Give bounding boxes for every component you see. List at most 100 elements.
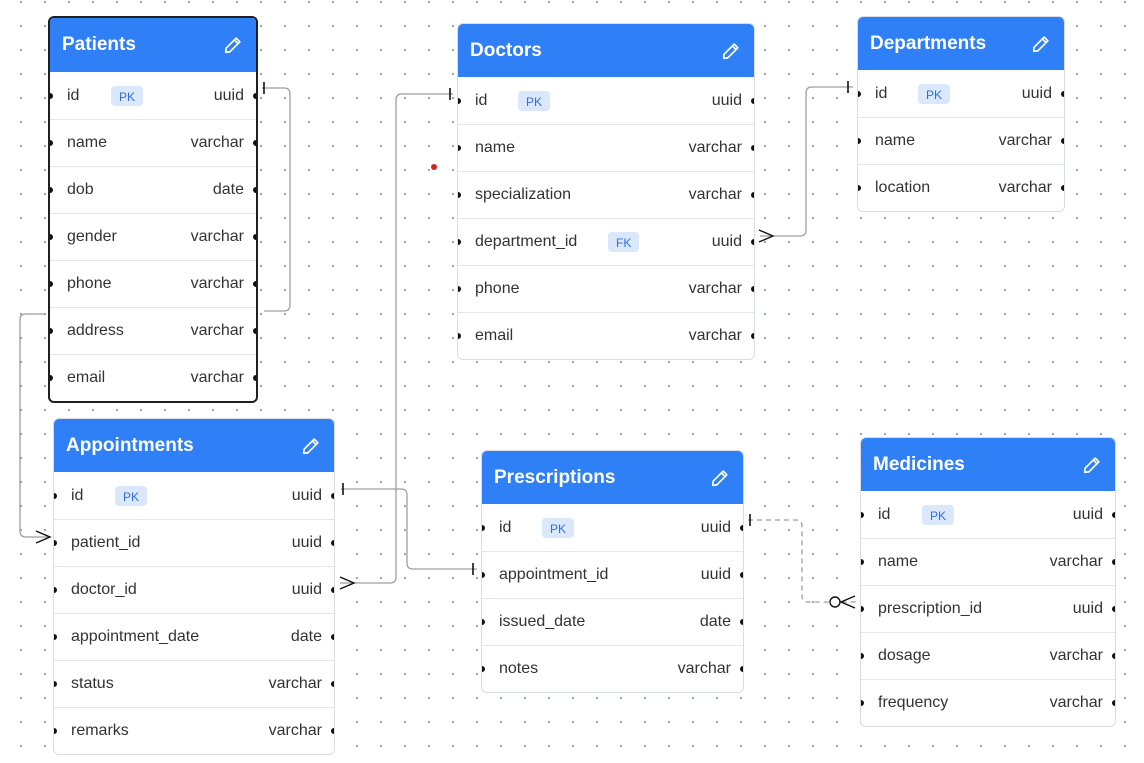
pencil-icon[interactable] — [222, 34, 244, 56]
field-row[interactable]: id PK uuid — [458, 77, 754, 124]
table-header[interactable]: Departments — [858, 17, 1064, 70]
connection-handle[interactable] — [751, 239, 754, 245]
connection-handle[interactable] — [458, 286, 461, 292]
table-header[interactable]: Doctors — [458, 24, 754, 77]
connection-handle[interactable] — [751, 333, 754, 339]
connection-handle[interactable] — [54, 634, 57, 640]
field-row[interactable]: patient_id uuid — [54, 519, 334, 566]
connection-handle[interactable] — [751, 145, 754, 151]
field-row[interactable]: department_id FK uuid — [458, 218, 754, 265]
field-row[interactable]: gender varchar — [50, 213, 256, 260]
connection-handle[interactable] — [482, 572, 485, 578]
table-departments[interactable]: Departments id PK uuid name varchar location va… — [857, 16, 1065, 212]
connection-handle[interactable] — [50, 140, 53, 146]
connection-handle[interactable] — [458, 333, 461, 339]
field-row[interactable]: dob date — [50, 166, 256, 213]
connection-handle[interactable] — [482, 666, 485, 672]
field-row[interactable]: issued_date date — [482, 598, 743, 645]
connection-handle[interactable] — [861, 559, 864, 565]
table-header[interactable]: Appointments — [54, 419, 334, 472]
connection-handle[interactable] — [253, 140, 256, 146]
connection-handle[interactable] — [50, 234, 53, 240]
connection-handle[interactable] — [458, 192, 461, 198]
connection-handle[interactable] — [253, 328, 256, 334]
connection-handle[interactable] — [1112, 511, 1115, 518]
field-row[interactable]: dosage varchar — [861, 632, 1115, 679]
pencil-icon[interactable] — [709, 467, 731, 489]
connection-handle[interactable] — [740, 666, 743, 672]
connection-handle[interactable] — [331, 587, 334, 593]
table-doctors[interactable]: Doctors id PK uuid name varchar specialization… — [457, 23, 755, 360]
connection-handle[interactable] — [54, 728, 57, 734]
connection-handle[interactable] — [253, 234, 256, 240]
connection-handle[interactable] — [331, 540, 334, 546]
connection-handle[interactable] — [458, 239, 461, 245]
pencil-icon[interactable] — [720, 40, 742, 62]
field-row[interactable]: prescription_id uuid — [861, 585, 1115, 632]
field-row[interactable]: doctor_id uuid — [54, 566, 334, 613]
table-medicines[interactable]: Medicines id PK uuid name varchar prescription… — [860, 437, 1116, 727]
connection-handle[interactable] — [858, 90, 861, 97]
field-row[interactable]: id PK uuid — [54, 472, 334, 519]
connection-handle[interactable] — [54, 587, 57, 593]
connection-handle[interactable] — [331, 634, 334, 640]
connection-handle[interactable] — [331, 728, 334, 734]
field-row[interactable]: name varchar — [858, 117, 1064, 164]
connection-handle[interactable] — [253, 375, 256, 381]
connection-handle[interactable] — [1112, 559, 1115, 565]
field-row[interactable]: appointment_date date — [54, 613, 334, 660]
connection-handle[interactable] — [50, 187, 53, 193]
field-row[interactable]: phone varchar — [50, 260, 256, 307]
connection-handle[interactable] — [740, 572, 743, 578]
field-row[interactable]: location varchar — [858, 164, 1064, 211]
field-row[interactable]: id PK uuid — [50, 72, 256, 119]
connection-handle[interactable] — [50, 328, 53, 334]
field-row[interactable]: specialization varchar — [458, 171, 754, 218]
connection-handle[interactable] — [54, 492, 57, 499]
pencil-icon[interactable] — [1081, 454, 1103, 476]
connection-handle[interactable] — [1061, 90, 1064, 97]
connection-handle[interactable] — [482, 619, 485, 625]
connection-handle[interactable] — [458, 145, 461, 151]
field-row[interactable]: id PK uuid — [858, 70, 1064, 117]
pencil-icon[interactable] — [300, 435, 322, 457]
table-header[interactable]: Prescriptions — [482, 451, 743, 504]
connection-handle[interactable] — [751, 97, 754, 104]
connection-handle[interactable] — [751, 192, 754, 198]
connection-handle[interactable] — [1112, 653, 1115, 659]
field-row[interactable]: id PK uuid — [861, 491, 1115, 538]
connection-handle[interactable] — [331, 681, 334, 687]
connection-handle[interactable] — [858, 138, 861, 144]
connection-handle[interactable] — [50, 92, 53, 99]
connection-handle[interactable] — [740, 524, 743, 531]
table-prescriptions[interactable]: Prescriptions id PK uuid appointment_id uuid i… — [481, 450, 744, 693]
field-row[interactable]: remarks varchar — [54, 707, 334, 754]
field-row[interactable]: address varchar — [50, 307, 256, 354]
connection-handle[interactable] — [861, 700, 864, 706]
connection-handle[interactable] — [54, 681, 57, 687]
connection-handle[interactable] — [1061, 185, 1064, 191]
connection-handle[interactable] — [50, 281, 53, 287]
connection-handle[interactable] — [751, 286, 754, 292]
field-row[interactable]: notes varchar — [482, 645, 743, 692]
field-row[interactable]: name varchar — [861, 538, 1115, 585]
field-row[interactable]: email varchar — [50, 354, 256, 401]
connection-handle[interactable] — [54, 540, 57, 546]
connection-handle[interactable] — [861, 606, 864, 612]
connection-handle[interactable] — [253, 281, 256, 287]
connection-handle[interactable] — [331, 492, 334, 499]
field-row[interactable]: status varchar — [54, 660, 334, 707]
field-row[interactable]: name varchar — [50, 119, 256, 166]
connection-handle[interactable] — [858, 185, 861, 191]
connection-handle[interactable] — [458, 97, 461, 104]
diagram-canvas[interactable]: Patients id PK uuid name varchar dob date gender… — [0, 0, 1144, 763]
connection-handle[interactable] — [253, 92, 256, 99]
field-row[interactable]: name varchar — [458, 124, 754, 171]
field-row[interactable]: email varchar — [458, 312, 754, 359]
table-header[interactable]: Medicines — [861, 438, 1115, 491]
table-appointments[interactable]: Appointments id PK uuid patient_id uuid doctor… — [53, 418, 335, 755]
connection-handle[interactable] — [253, 187, 256, 193]
connection-handle[interactable] — [482, 524, 485, 531]
field-row[interactable]: phone varchar — [458, 265, 754, 312]
connection-handle[interactable] — [1061, 138, 1064, 144]
